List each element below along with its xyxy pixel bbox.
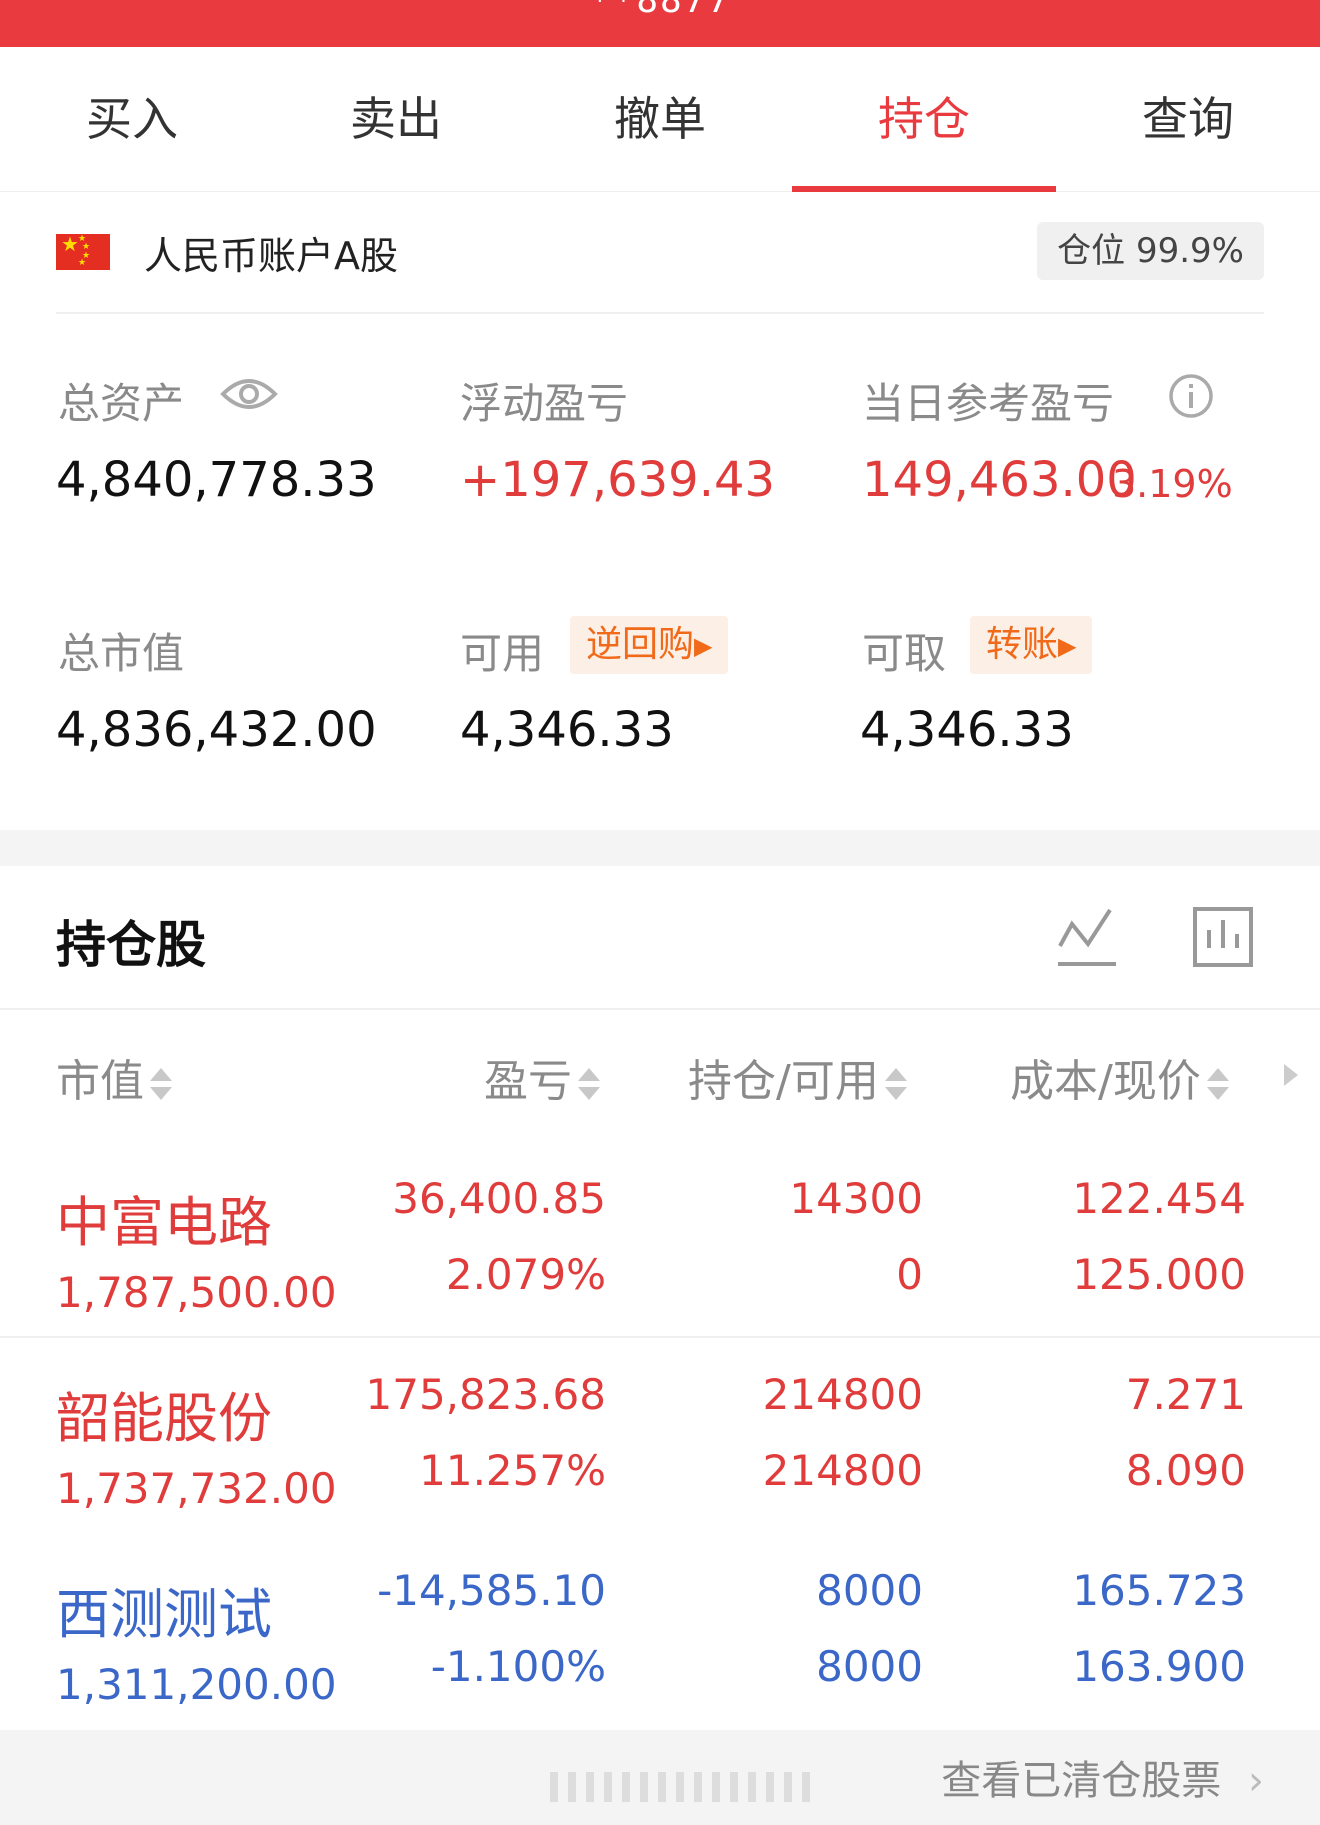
- row-divider: [0, 1336, 1320, 1338]
- column-label: 持仓/可用: [688, 1056, 879, 1107]
- total-assets-value: 4,840,778.33: [56, 452, 377, 508]
- cleared-stocks-link[interactable]: 查看已清仓股票 ›: [941, 1748, 1264, 1806]
- transfer-button[interactable]: 转账▶: [970, 616, 1093, 674]
- market-value-value: 4,836,432.00: [56, 702, 377, 758]
- chevron-right-icon: ›: [1248, 1758, 1264, 1804]
- cleared-stocks-label: 查看已清仓股票: [941, 1758, 1222, 1804]
- stock-position: 214800: [762, 1370, 923, 1419]
- tab-query[interactable]: 查询: [1056, 47, 1320, 191]
- sort-icon: [578, 1068, 600, 1100]
- market-value-label: 总市值: [58, 629, 185, 678]
- daily-pl-value: 149,463.00: [862, 452, 1137, 508]
- stock-pl-percent: 11.257%: [419, 1446, 606, 1495]
- stock-name: 韶能股份: [56, 1387, 272, 1450]
- table-row[interactable]: 西测测试 1,311,200.00 -14,585.10 -1.100% 800…: [0, 1542, 1320, 1738]
- holdings-title: 持仓股: [56, 916, 206, 974]
- stock-cost: 7.271: [1125, 1370, 1246, 1419]
- daily-pl-percent: 3.19%: [1112, 462, 1233, 506]
- withdrawable-value: 4,346.33: [860, 702, 1074, 758]
- available-label: 可用: [460, 629, 545, 678]
- account-name: 人民币账户A股: [144, 234, 398, 278]
- stock-price: 125.000: [1072, 1250, 1246, 1299]
- info-icon[interactable]: [1168, 373, 1214, 419]
- sort-icon: [884, 1068, 907, 1100]
- stock-pl: -14,585.10: [377, 1566, 606, 1615]
- tab-holdings[interactable]: 持仓: [792, 47, 1056, 192]
- column-pl[interactable]: 盈亏: [484, 1045, 600, 1109]
- column-label: 市值: [56, 1056, 144, 1107]
- top-bar: **8877: [0, 0, 1320, 47]
- column-label: 盈亏: [484, 1056, 572, 1107]
- china-flag-icon: ★ ★ ★ ★ ★: [56, 232, 110, 270]
- section-divider: [0, 830, 1320, 866]
- divider: [0, 1008, 1320, 1010]
- table-row[interactable]: 中富电路 1,787,500.00 36,400.85 2.079% 14300…: [0, 1150, 1320, 1346]
- stock-cost: 165.723: [1072, 1566, 1246, 1615]
- stock-name: 西测测试: [56, 1583, 272, 1646]
- triangle-right-icon: ▶: [694, 632, 713, 660]
- stock-price: 163.900: [1072, 1642, 1246, 1691]
- stock-market-value: 1,737,732.00: [56, 1464, 337, 1513]
- tab-sell[interactable]: 卖出: [264, 47, 528, 191]
- position-ratio-badge: 仓位 99.9%: [1037, 222, 1264, 280]
- stock-pl-percent: -1.100%: [430, 1642, 606, 1691]
- available-value: 4,346.33: [460, 702, 674, 758]
- column-cost-price[interactable]: 成本/现价: [1010, 1045, 1229, 1109]
- floating-pl-value: +197,639.43: [460, 452, 776, 508]
- eye-icon[interactable]: [220, 374, 278, 414]
- stock-market-value: 1,787,500.00: [56, 1268, 337, 1317]
- daily-pl-label: 当日参考盈亏: [862, 379, 1115, 428]
- stock-market-value: 1,311,200.00: [56, 1660, 337, 1709]
- stock-pl-percent: 2.079%: [445, 1250, 606, 1299]
- total-assets-label: 总资产: [58, 379, 185, 428]
- trade-tabs: 买入 卖出 撤单 持仓 查询: [0, 47, 1320, 192]
- tab-cancel[interactable]: 撤单: [528, 47, 792, 191]
- account-number: **8877: [588, 0, 732, 21]
- stock-pl: 175,823.68: [365, 1370, 606, 1419]
- column-label: 成本/现价: [1010, 1056, 1201, 1107]
- column-market-value[interactable]: 市值: [56, 1045, 172, 1109]
- stock-available: 8000: [816, 1642, 923, 1691]
- reverse-repo-button[interactable]: 逆回购▶: [570, 616, 729, 674]
- stock-available: 214800: [762, 1446, 923, 1495]
- account-row: ★ ★ ★ ★ ★ 人民币账户A股 仓位 99.9%: [56, 192, 1264, 314]
- stock-price: 8.090: [1125, 1446, 1246, 1495]
- footer-bar: 查看已清仓股票 ›: [0, 1730, 1320, 1825]
- stock-available: 0: [896, 1250, 923, 1299]
- tab-buy[interactable]: 买入: [0, 47, 264, 191]
- triangle-right-icon: ▶: [1058, 632, 1077, 660]
- transfer-label: 转账: [986, 624, 1059, 665]
- stock-position: 14300: [789, 1174, 923, 1223]
- stock-cost: 122.454: [1072, 1174, 1246, 1223]
- table-row[interactable]: 韶能股份 1,737,732.00 175,823.68 11.257% 214…: [0, 1346, 1320, 1542]
- reverse-repo-label: 逆回购: [586, 624, 695, 665]
- stock-name: 中富电路: [56, 1191, 272, 1254]
- sort-icon: [150, 1068, 172, 1100]
- stock-pl: 36,400.85: [392, 1174, 606, 1223]
- withdrawable-label: 可取: [862, 629, 947, 678]
- sort-icon: [1206, 1068, 1229, 1100]
- watermark-decoration: [550, 1772, 810, 1802]
- column-position[interactable]: 持仓/可用: [688, 1045, 907, 1109]
- stock-position: 8000: [816, 1566, 923, 1615]
- scroll-right-icon[interactable]: [1282, 1062, 1300, 1088]
- bar-chart-icon[interactable]: [1192, 906, 1254, 968]
- floating-pl-label: 浮动盈亏: [460, 379, 629, 428]
- trend-chart-icon[interactable]: [1056, 906, 1118, 968]
